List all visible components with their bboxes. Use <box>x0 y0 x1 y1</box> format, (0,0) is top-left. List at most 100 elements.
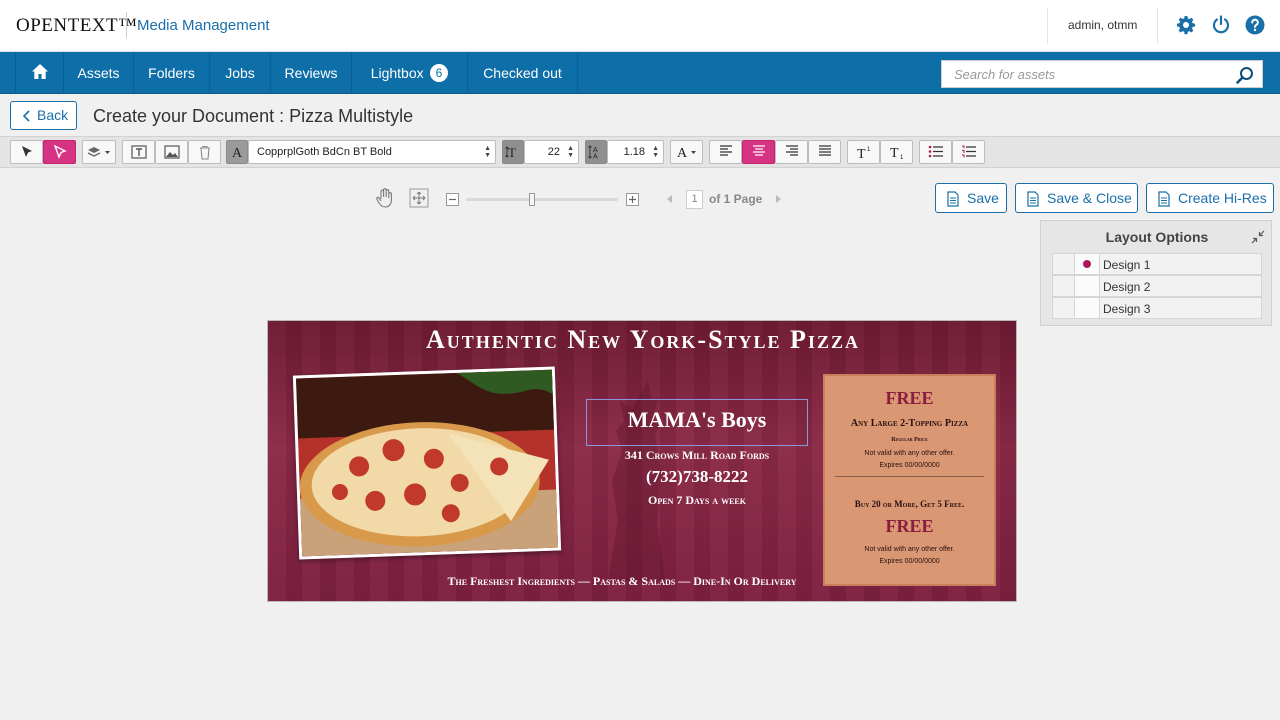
coupon-divider <box>835 476 984 477</box>
svg-text:1: 1 <box>900 155 904 159</box>
document-icon <box>1158 191 1170 207</box>
coupon-expires-1: Expires 00/00/0000 <box>879 462 940 469</box>
layout-option-design-2[interactable]: Design 2 <box>1052 275 1262 297</box>
coupon-not-valid-2: Not valid with any other offer. <box>864 546 955 553</box>
align-justify-button[interactable] <box>808 140 841 164</box>
next-page-icon[interactable] <box>775 194 783 204</box>
nav-lightbox-label: Lightbox <box>370 65 424 81</box>
subscript-button[interactable]: T1 <box>880 140 913 164</box>
save-close-button[interactable]: Save & Close <box>1015 183 1138 213</box>
coupon-not-valid-1: Not valid with any other offer. <box>864 450 955 457</box>
create-hires-button[interactable]: Create Hi-Res <box>1146 183 1274 213</box>
fit-to-page-icon[interactable] <box>409 188 429 208</box>
svg-text:A: A <box>677 146 688 159</box>
font-family-select[interactable]: CopprplGoth BdCn BT Bold ▲ ▼ <box>248 140 496 164</box>
numbered-list-button[interactable] <box>952 140 985 164</box>
zoom-in-icon[interactable] <box>626 193 639 206</box>
pizza-photo[interactable] <box>292 366 562 560</box>
superscript-button[interactable]: T1 <box>847 140 880 164</box>
page-number-input[interactable]: 1 <box>686 190 703 209</box>
nav-lightbox[interactable]: Lightbox 6 <box>352 52 468 94</box>
radio-cell <box>1075 254 1100 274</box>
document-icon <box>1027 191 1039 207</box>
layout-option-design-3[interactable]: Design 3 <box>1052 297 1262 319</box>
align-center-button[interactable] <box>742 140 775 164</box>
layout-options-title: Layout Options <box>1105 229 1209 245</box>
business-name-text[interactable]: MAMA's Boys <box>586 407 808 433</box>
document-headline[interactable]: Authentic New York-Style Pizza <box>268 325 1016 355</box>
add-image-button[interactable] <box>155 140 188 164</box>
coupon-box[interactable]: FREE Any Large 2-Topping Pizza Regular P… <box>823 374 996 586</box>
delete-button[interactable] <box>188 140 221 164</box>
gear-icon[interactable] <box>1176 15 1196 35</box>
nav-assets[interactable]: Assets <box>64 52 134 94</box>
power-icon[interactable] <box>1211 15 1231 35</box>
page-title: Create your Document : Pizza Multistyle <box>93 106 414 126</box>
address-text[interactable]: 341 Crows Mill Road Fords <box>586 448 808 463</box>
row-handle <box>1053 298 1075 318</box>
add-text-box-button[interactable] <box>122 140 155 164</box>
zoom-slider-track[interactable] <box>466 198 618 201</box>
font-family-value: CopprplGoth BdCn BT Bold <box>257 146 392 158</box>
font-size-stepper[interactable]: 22 ▲ ▼ <box>524 140 579 164</box>
coupon-offer-2: Buy 20 or More, Get 5 Free. <box>854 499 965 509</box>
save-label: Save <box>967 190 999 206</box>
radio-cell <box>1075 276 1100 296</box>
align-right-icon <box>785 145 798 156</box>
nav-folders[interactable]: Folders <box>134 52 210 94</box>
home-icon <box>31 64 48 79</box>
text-box-icon <box>130 145 147 159</box>
font-family-label: A <box>226 140 248 164</box>
zoom-slider-handle[interactable] <box>529 193 535 206</box>
brand-divider <box>126 12 127 38</box>
search-input[interactable] <box>942 61 1232 87</box>
svg-text:A: A <box>593 154 598 160</box>
font-size-label: T <box>502 140 524 164</box>
nav-checked-out[interactable]: Checked out <box>468 52 578 94</box>
user-name[interactable]: admin, otmm <box>1068 18 1137 32</box>
help-icon[interactable] <box>1245 15 1265 35</box>
layout-options-panel: Layout Options Design 1 Design 2 Design … <box>1040 220 1272 326</box>
font-a-icon: A <box>232 146 243 159</box>
prev-page-icon[interactable] <box>665 194 673 204</box>
image-icon <box>163 145 180 159</box>
line-spacing-stepper[interactable]: 1.18 ▲ ▼ <box>607 140 664 164</box>
coupon-expires-2: Expires 00/00/0000 <box>879 558 940 565</box>
collapse-icon[interactable] <box>1251 230 1265 244</box>
svg-text:T: T <box>857 147 866 159</box>
stepper-arrows-icon: ▲ ▼ <box>484 145 491 159</box>
svg-text:T: T <box>508 145 516 159</box>
main-nav: Assets Folders Jobs Reviews Lightbox 6 Ch… <box>0 52 1280 94</box>
save-button[interactable]: Save <box>935 183 1007 213</box>
stepper-arrows-icon: ▲ ▼ <box>652 145 659 159</box>
text-color-button[interactable]: A <box>670 140 703 164</box>
save-close-label: Save & Close <box>1047 190 1132 206</box>
align-right-button[interactable] <box>775 140 808 164</box>
lightbox-count-badge: 6 <box>429 64 449 82</box>
trash-icon <box>199 145 210 160</box>
hours-text[interactable]: Open 7 Days a week <box>586 493 808 508</box>
bulleted-list-button[interactable] <box>919 140 952 164</box>
align-left-button[interactable] <box>709 140 742 164</box>
phone-text[interactable]: (732)738-8222 <box>586 467 808 487</box>
back-button[interactable]: Back <box>10 101 77 130</box>
pan-hand-icon[interactable] <box>375 187 395 209</box>
nav-jobs[interactable]: Jobs <box>210 52 271 94</box>
layout-option-design-1[interactable]: Design 1 <box>1052 253 1262 275</box>
svg-text:T: T <box>890 146 899 159</box>
document-icon <box>947 191 959 207</box>
layers-dropdown-button[interactable] <box>82 140 116 164</box>
arrow-pointer-icon <box>21 146 32 157</box>
document-canvas[interactable]: Authentic New York-Style Pizza MAMA's Bo… <box>267 320 1017 602</box>
font-size-value: 22 <box>547 146 560 158</box>
row-handle <box>1053 276 1075 296</box>
nav-home[interactable] <box>15 52 64 94</box>
nav-reviews[interactable]: Reviews <box>271 52 352 94</box>
select-tool-button[interactable] <box>10 140 43 164</box>
font-size-icon: T <box>505 145 516 159</box>
direct-select-tool-button[interactable] <box>43 140 76 164</box>
search-icon[interactable] <box>1236 66 1254 84</box>
tagline-text[interactable]: The Freshest Ingredients — Pastas & Sala… <box>268 574 1016 589</box>
zoom-out-icon[interactable] <box>446 193 459 206</box>
design-label: Design 3 <box>1103 302 1151 316</box>
